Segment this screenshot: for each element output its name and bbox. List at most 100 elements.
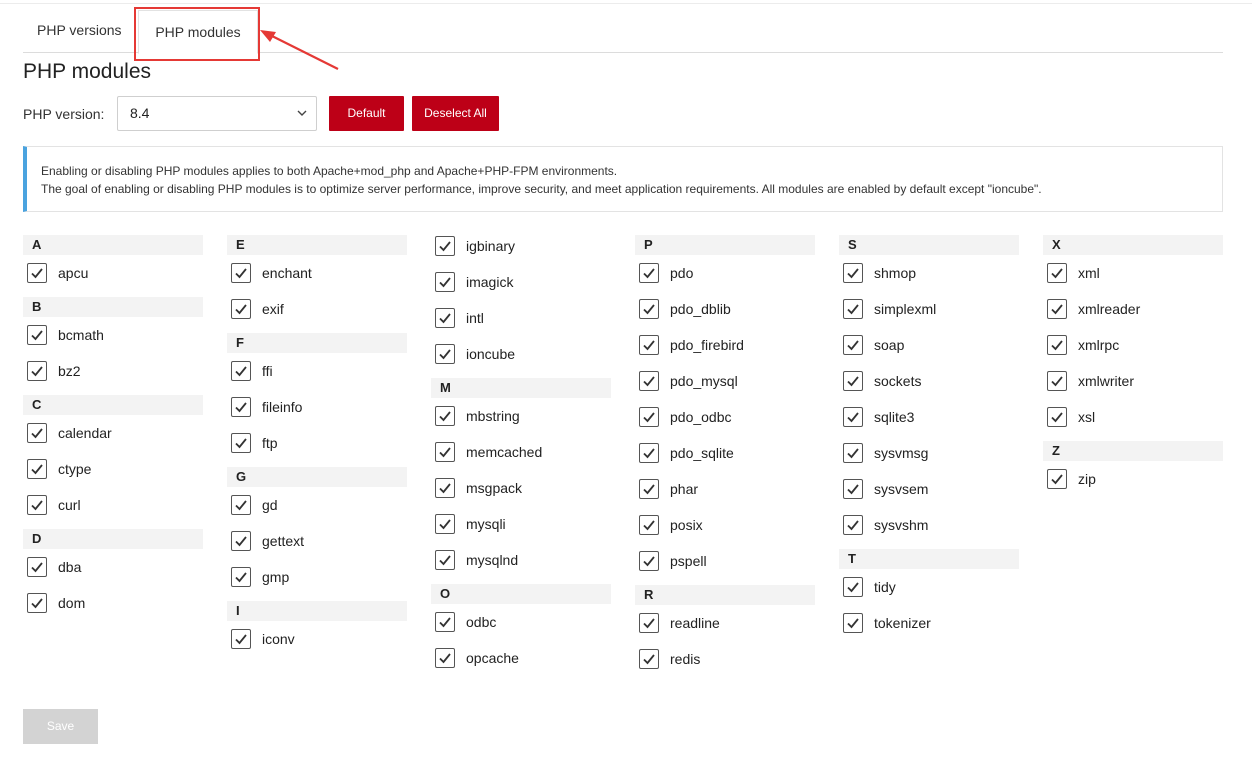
checkbox-checked-icon[interactable]: [435, 344, 455, 364]
module-item[interactable]: tokenizer: [839, 605, 1019, 641]
checkbox-checked-icon[interactable]: [843, 443, 863, 463]
checkbox-checked-icon[interactable]: [639, 299, 659, 319]
checkbox-checked-icon[interactable]: [639, 479, 659, 499]
module-item[interactable]: posix: [635, 507, 815, 543]
checkbox-checked-icon[interactable]: [843, 613, 863, 633]
tab-php-versions[interactable]: PHP versions: [37, 9, 122, 52]
checkbox-checked-icon[interactable]: [27, 495, 47, 515]
module-item[interactable]: sockets: [839, 363, 1019, 399]
checkbox-checked-icon[interactable]: [231, 299, 251, 319]
module-item[interactable]: pspell: [635, 543, 815, 579]
module-item[interactable]: sqlite3: [839, 399, 1019, 435]
checkbox-checked-icon[interactable]: [27, 423, 47, 443]
module-item[interactable]: intl: [431, 300, 611, 336]
checkbox-checked-icon[interactable]: [435, 648, 455, 668]
checkbox-checked-icon[interactable]: [231, 495, 251, 515]
checkbox-checked-icon[interactable]: [27, 593, 47, 613]
checkbox-checked-icon[interactable]: [231, 531, 251, 551]
module-item[interactable]: bz2: [23, 353, 203, 389]
module-item[interactable]: pdo_dblib: [635, 291, 815, 327]
checkbox-checked-icon[interactable]: [843, 299, 863, 319]
checkbox-checked-icon[interactable]: [1047, 469, 1067, 489]
checkbox-checked-icon[interactable]: [639, 263, 659, 283]
module-item[interactable]: ctype: [23, 451, 203, 487]
checkbox-checked-icon[interactable]: [231, 397, 251, 417]
checkbox-checked-icon[interactable]: [435, 514, 455, 534]
checkbox-checked-icon[interactable]: [435, 406, 455, 426]
module-item[interactable]: tidy: [839, 569, 1019, 605]
module-item[interactable]: ftp: [227, 425, 407, 461]
module-item[interactable]: mysqli: [431, 506, 611, 542]
module-item[interactable]: pdo_firebird: [635, 327, 815, 363]
module-item[interactable]: bcmath: [23, 317, 203, 353]
module-item[interactable]: pdo_sqlite: [635, 435, 815, 471]
module-item[interactable]: soap: [839, 327, 1019, 363]
module-item[interactable]: xmlwriter: [1043, 363, 1223, 399]
checkbox-checked-icon[interactable]: [639, 649, 659, 669]
checkbox-checked-icon[interactable]: [435, 442, 455, 462]
module-item[interactable]: xsl: [1043, 399, 1223, 435]
module-item[interactable]: shmop: [839, 255, 1019, 291]
checkbox-checked-icon[interactable]: [1047, 263, 1067, 283]
module-item[interactable]: sysvmsg: [839, 435, 1019, 471]
module-item[interactable]: sysvshm: [839, 507, 1019, 543]
module-item[interactable]: dom: [23, 585, 203, 621]
save-button[interactable]: Save: [23, 709, 98, 744]
checkbox-checked-icon[interactable]: [639, 515, 659, 535]
module-item[interactable]: mbstring: [431, 398, 611, 434]
checkbox-checked-icon[interactable]: [1047, 371, 1067, 391]
module-item[interactable]: ffi: [227, 353, 407, 389]
checkbox-checked-icon[interactable]: [27, 459, 47, 479]
checkbox-checked-icon[interactable]: [27, 361, 47, 381]
checkbox-checked-icon[interactable]: [639, 443, 659, 463]
checkbox-checked-icon[interactable]: [1047, 335, 1067, 355]
module-item[interactable]: zip: [1043, 461, 1223, 497]
module-item[interactable]: gmp: [227, 559, 407, 595]
checkbox-checked-icon[interactable]: [231, 263, 251, 283]
module-item[interactable]: readline: [635, 605, 815, 641]
module-item[interactable]: curl: [23, 487, 203, 523]
module-item[interactable]: phar: [635, 471, 815, 507]
checkbox-checked-icon[interactable]: [843, 263, 863, 283]
checkbox-checked-icon[interactable]: [27, 263, 47, 283]
checkbox-checked-icon[interactable]: [27, 325, 47, 345]
module-item[interactable]: sysvsem: [839, 471, 1019, 507]
checkbox-checked-icon[interactable]: [843, 479, 863, 499]
checkbox-checked-icon[interactable]: [435, 308, 455, 328]
module-item[interactable]: memcached: [431, 434, 611, 470]
module-item[interactable]: pdo: [635, 255, 815, 291]
checkbox-checked-icon[interactable]: [231, 629, 251, 649]
php-version-select[interactable]: 8.4: [117, 96, 317, 131]
module-item[interactable]: fileinfo: [227, 389, 407, 425]
module-item[interactable]: apcu: [23, 255, 203, 291]
module-item[interactable]: imagick: [431, 264, 611, 300]
checkbox-checked-icon[interactable]: [231, 567, 251, 587]
checkbox-checked-icon[interactable]: [27, 557, 47, 577]
checkbox-checked-icon[interactable]: [1047, 407, 1067, 427]
checkbox-checked-icon[interactable]: [843, 335, 863, 355]
module-item[interactable]: enchant: [227, 255, 407, 291]
checkbox-checked-icon[interactable]: [843, 577, 863, 597]
module-item[interactable]: ioncube: [431, 336, 611, 372]
module-item[interactable]: iconv: [227, 621, 407, 657]
checkbox-checked-icon[interactable]: [435, 236, 455, 256]
module-item[interactable]: gd: [227, 487, 407, 523]
module-item[interactable]: calendar: [23, 415, 203, 451]
checkbox-checked-icon[interactable]: [639, 371, 659, 391]
module-item[interactable]: xmlrpc: [1043, 327, 1223, 363]
module-item[interactable]: redis: [635, 641, 815, 677]
module-item[interactable]: mysqlnd: [431, 542, 611, 578]
default-button[interactable]: Default: [329, 96, 404, 131]
checkbox-checked-icon[interactable]: [843, 407, 863, 427]
checkbox-checked-icon[interactable]: [639, 613, 659, 633]
module-item[interactable]: dba: [23, 549, 203, 585]
checkbox-checked-icon[interactable]: [435, 612, 455, 632]
deselect-all-button[interactable]: Deselect All: [412, 96, 499, 131]
checkbox-checked-icon[interactable]: [843, 515, 863, 535]
module-item[interactable]: exif: [227, 291, 407, 327]
module-item[interactable]: simplexml: [839, 291, 1019, 327]
module-item[interactable]: odbc: [431, 604, 611, 640]
module-item[interactable]: gettext: [227, 523, 407, 559]
module-item[interactable]: opcache: [431, 640, 611, 676]
checkbox-checked-icon[interactable]: [639, 551, 659, 571]
